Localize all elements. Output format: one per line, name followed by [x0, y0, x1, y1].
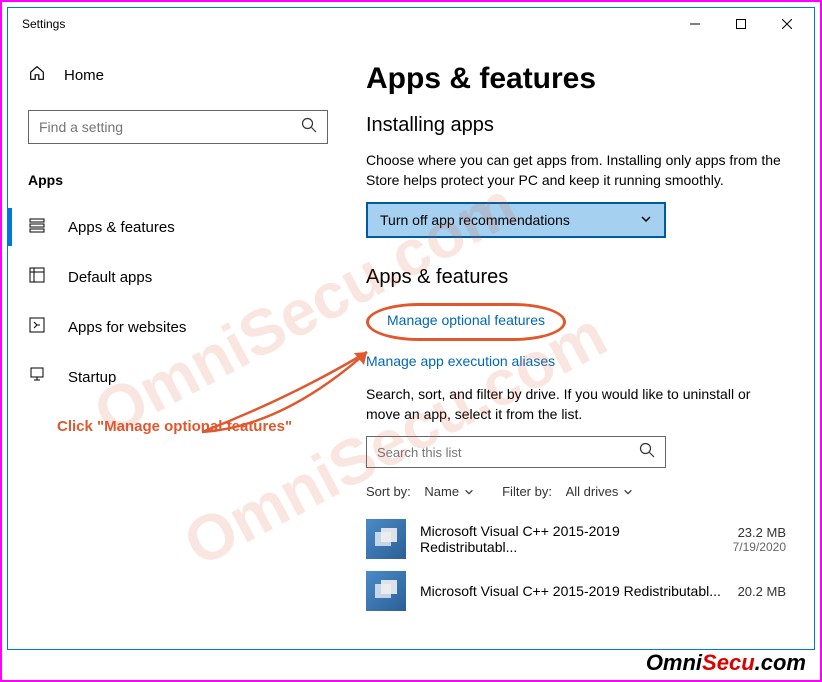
app-name: Microsoft Visual C++ 2015-2019 Redistrib… — [420, 523, 719, 555]
manage-execution-aliases-link[interactable]: Manage app execution aliases — [366, 353, 786, 369]
home-nav[interactable]: Home — [8, 52, 348, 98]
installing-heading: Installing apps — [366, 114, 786, 137]
websites-icon — [28, 316, 46, 338]
chevron-down-icon — [464, 487, 474, 497]
annotation-text: Click "Manage optional features" — [57, 418, 292, 435]
installing-body: Choose where you can get apps from. Inst… — [366, 151, 786, 190]
manage-optional-features-link[interactable]: Manage optional features — [387, 312, 545, 328]
app-source-dropdown[interactable]: Turn off app recommendations — [366, 202, 666, 238]
app-icon — [366, 571, 406, 611]
nav-default-apps[interactable]: Default apps — [8, 252, 348, 302]
app-name: Microsoft Visual C++ 2015-2019 Redistrib… — [420, 583, 724, 599]
home-label: Home — [64, 67, 104, 84]
apps-features-heading: Apps & features — [366, 266, 786, 289]
app-size: 20.2 MB — [738, 584, 786, 599]
app-row[interactable]: Microsoft Visual C++ 2015-2019 Redistrib… — [366, 565, 786, 617]
nav-apps-features[interactable]: Apps & features — [8, 202, 348, 252]
nav-label: Startup — [68, 369, 116, 386]
chevron-down-icon — [640, 212, 652, 228]
search-icon — [301, 117, 317, 138]
section-label: Apps — [8, 164, 348, 202]
titlebar: Settings — [8, 8, 814, 40]
startup-icon — [28, 366, 46, 388]
nav-startup[interactable]: Startup — [8, 352, 348, 402]
dropdown-value: Turn off app recommendations — [380, 212, 570, 228]
app-row[interactable]: Microsoft Visual C++ 2015-2019 Redistrib… — [366, 513, 786, 565]
nav-label: Apps & features — [68, 219, 175, 236]
nav-label: Apps for websites — [68, 319, 186, 336]
app-date: 7/19/2020 — [733, 540, 786, 554]
default-apps-icon — [28, 266, 46, 288]
minimize-button[interactable] — [672, 8, 718, 40]
settings-window: Settings Home Apps Apps & features — [7, 7, 815, 650]
footer-brand: OmniSecu.com — [646, 650, 806, 676]
settings-search-input[interactable] — [39, 119, 301, 135]
apps-body: Search, sort, and filter by drive. If yo… — [366, 385, 786, 424]
app-size: 23.2 MB — [733, 525, 786, 540]
sort-filter-row: Sort by: Name Filter by: All drives — [366, 484, 786, 499]
settings-search[interactable] — [28, 110, 328, 144]
window-title: Settings — [22, 17, 672, 31]
maximize-button[interactable] — [718, 8, 764, 40]
filter-control[interactable]: Filter by: All drives — [502, 484, 633, 499]
main-content: Apps & features Installing apps Choose w… — [348, 40, 814, 649]
app-list-search-input[interactable] — [377, 445, 639, 460]
page-title: Apps & features — [366, 62, 786, 96]
chevron-down-icon — [623, 487, 633, 497]
close-button[interactable] — [764, 8, 810, 40]
sidebar: Home Apps Apps & features Default apps — [8, 40, 348, 649]
nav-apps-websites[interactable]: Apps for websites — [8, 302, 348, 352]
app-icon — [366, 519, 406, 559]
apps-icon — [28, 216, 46, 238]
app-list-search[interactable] — [366, 436, 666, 468]
search-icon — [639, 442, 655, 463]
home-icon — [28, 64, 46, 86]
sort-control[interactable]: Sort by: Name — [366, 484, 474, 499]
annotation-highlight: Manage optional features — [366, 303, 566, 341]
nav-label: Default apps — [68, 269, 152, 286]
